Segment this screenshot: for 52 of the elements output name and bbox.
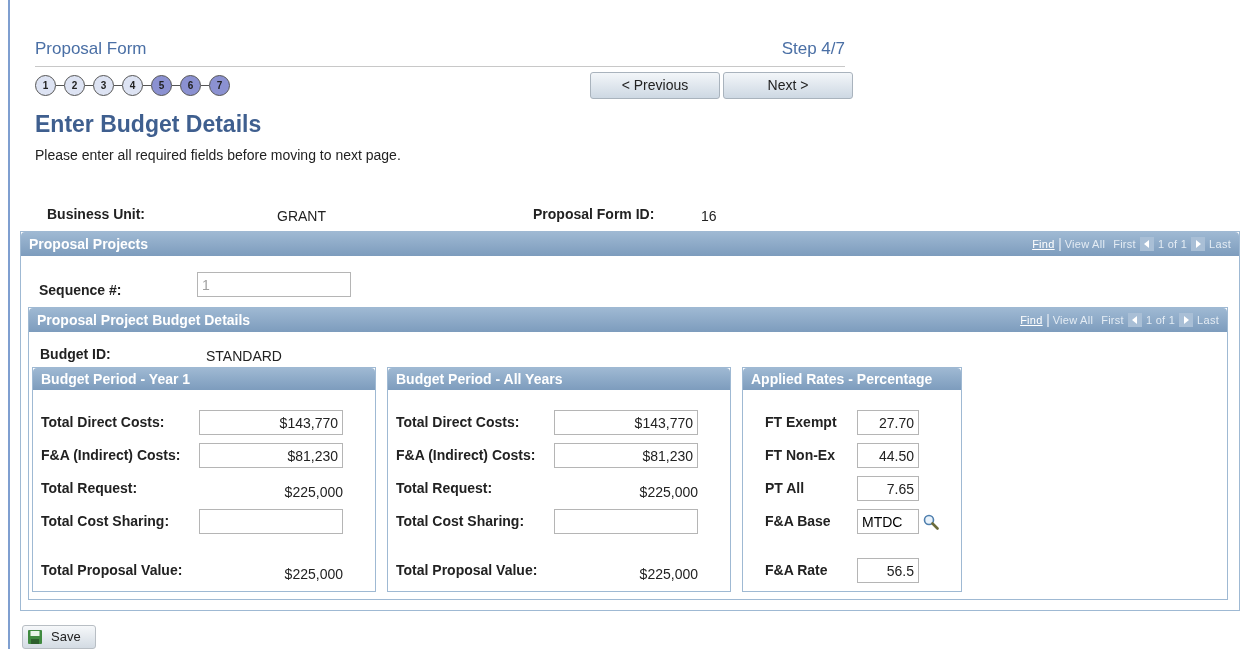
input-field[interactable]: 7.65 [857, 476, 919, 501]
field-value: $225,000 [283, 483, 343, 502]
field-value: $225,000 [283, 565, 343, 584]
field-label: Total Proposal Value: [396, 561, 539, 580]
field-label: Total Cost Sharing: [396, 512, 526, 531]
step-indicator: Step 4/7 [781, 38, 845, 60]
field-value: 16 [701, 207, 717, 226]
field-label: Total Direct Costs: [396, 413, 521, 432]
page-count: 1 of 1 [1145, 312, 1176, 328]
field-label: Total Request: [396, 479, 494, 498]
input-field[interactable]: 56.5 [857, 558, 919, 583]
input-field[interactable]: $81,230 [554, 443, 698, 468]
input-field[interactable]: $81,230 [199, 443, 343, 468]
field-label: PT All [764, 479, 806, 498]
field-label: FT Exempt [764, 413, 838, 432]
input-field[interactable]: $143,770 [554, 410, 698, 435]
section-header: Proposal Project Budget Details Find View All First 1 of 1 Last [29, 308, 1227, 332]
field-label: Proposal Form ID: [533, 205, 656, 224]
field-label: F&A Base [764, 512, 832, 531]
field-value: $225,000 [638, 565, 698, 584]
page-heading: Enter Budget Details [35, 109, 263, 139]
field-label: Total Proposal Value: [41, 561, 184, 580]
panel-header: Applied Rates - Percentage [743, 368, 961, 390]
field-label: F&A (Indirect) Costs: [396, 446, 537, 465]
field-value: $225,000 [638, 483, 698, 502]
panel-header: Budget Period - Year 1 [33, 368, 375, 390]
panel-header: Budget Period - All Years [388, 368, 730, 390]
field-label: FT Non-Ex [764, 446, 836, 465]
instruction-text: Please enter all required fields before moving to next page. [35, 146, 402, 165]
input-field[interactable] [554, 509, 698, 534]
field-label: Total Request: [41, 479, 139, 498]
field-value: STANDARD [206, 347, 282, 366]
input-field[interactable]: MTDC [857, 509, 919, 534]
input-field[interactable] [199, 509, 343, 534]
input-field[interactable]: 44.50 [857, 443, 919, 468]
field-value: GRANT [277, 207, 327, 226]
field-label: F&A Rate [764, 561, 829, 580]
field-label: F&A (Indirect) Costs: [41, 446, 182, 465]
save-button[interactable]: Save [22, 625, 96, 649]
input-field[interactable]: 27.70 [857, 410, 919, 435]
page-count: 1 of 1 [1157, 236, 1188, 252]
section-header: Proposal Projects Find View All First 1 of 1 Last [21, 232, 1239, 256]
field-label: Business Unit: [47, 205, 146, 224]
input-field[interactable]: $143,770 [199, 410, 343, 435]
field-label: Total Cost Sharing: [41, 512, 171, 531]
field-label: Sequence #: [39, 281, 123, 300]
field-label: Budget ID: [40, 345, 112, 364]
search-icon[interactable] [923, 513, 939, 530]
field-label: Total Direct Costs: [41, 413, 166, 432]
next-button[interactable]: Next > [723, 71, 853, 99]
form-title: Proposal Form [35, 38, 147, 60]
previous-button[interactable]: < Previous [590, 71, 720, 99]
